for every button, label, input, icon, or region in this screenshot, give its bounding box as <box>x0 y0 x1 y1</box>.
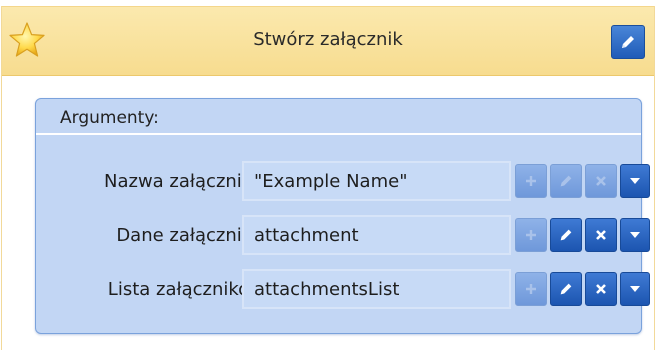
add-argument-button[interactable] <box>515 272 547 306</box>
plus-icon <box>524 228 538 242</box>
argument-row-name: Nazwa załącznika: "Example Name" <box>36 161 650 203</box>
argument-value-input[interactable]: attachment <box>242 215 511 255</box>
edit-activity-button[interactable] <box>611 25 645 59</box>
add-argument-button[interactable] <box>515 218 547 252</box>
activity-title: Stwórz załącznik <box>253 29 403 50</box>
edit-argument-button[interactable] <box>550 272 582 306</box>
plus-icon <box>524 174 538 188</box>
argument-row-data: Dane załącznika: attachment <box>36 215 650 257</box>
argument-row-list: Lista załączników: attachmentsList <box>36 269 650 311</box>
close-icon <box>594 228 608 242</box>
plus-icon <box>524 282 538 296</box>
pencil-icon <box>558 227 574 243</box>
arguments-panel-header: Argumenty: <box>36 99 641 135</box>
argument-options-dropdown[interactable] <box>620 272 650 306</box>
argument-options-dropdown[interactable] <box>620 164 650 198</box>
activity-header: Stwórz załącznik <box>2 6 654 76</box>
pencil-icon <box>558 173 574 189</box>
argument-options-dropdown[interactable] <box>620 218 650 252</box>
edit-argument-button[interactable] <box>550 218 582 252</box>
arguments-title: Argumenty: <box>60 108 159 128</box>
chevron-down-icon <box>629 284 641 294</box>
activity-card: Stwórz załącznik Argumenty: Nazwa załącz… <box>1 6 655 350</box>
close-icon <box>594 282 608 296</box>
argument-value-input[interactable]: "Example Name" <box>242 161 511 201</box>
edit-argument-button[interactable] <box>550 164 582 198</box>
chevron-down-icon <box>629 176 641 186</box>
close-icon <box>594 174 608 188</box>
add-argument-button[interactable] <box>515 164 547 198</box>
star-icon <box>8 21 46 59</box>
pencil-icon <box>619 33 637 51</box>
pencil-icon <box>558 281 574 297</box>
delete-argument-button[interactable] <box>585 272 617 306</box>
chevron-down-icon <box>629 230 641 240</box>
arguments-panel: Argumenty: Nazwa załącznika: "Example Na… <box>35 98 650 334</box>
delete-argument-button[interactable] <box>585 164 617 198</box>
delete-argument-button[interactable] <box>585 218 617 252</box>
argument-value-input[interactable]: attachmentsList <box>242 269 511 309</box>
